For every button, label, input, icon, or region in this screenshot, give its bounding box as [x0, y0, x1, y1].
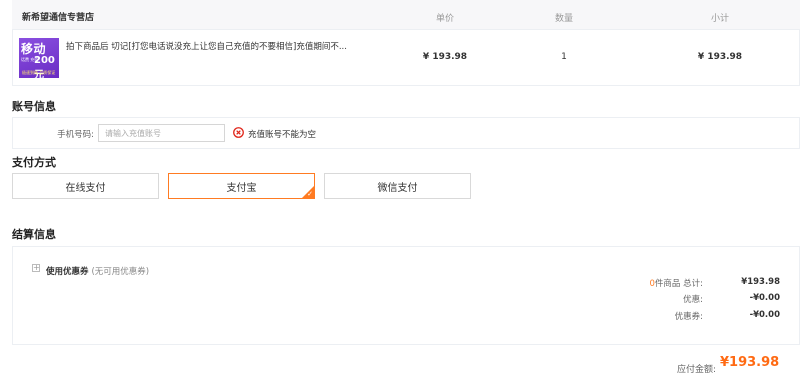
amount-due-value: ¥193.98 [720, 355, 780, 370]
payment-section-title: 支付方式 [12, 156, 56, 169]
coupon-toggle[interactable]: 使用优惠券 (无可用优惠券) [46, 265, 149, 277]
coupon-discount-label: 优惠券: [674, 312, 703, 322]
phone-error-message: 充值账号不能为空 [248, 130, 317, 140]
amount-due-label: 应付金额: [676, 365, 716, 375]
error-icon [233, 127, 244, 138]
coupon-expand-icon[interactable]: + [32, 264, 40, 272]
pay-option-label: 在线支付 [65, 182, 106, 194]
subtotal-value: ¥ 193.98 [697, 52, 743, 62]
discount-value: -¥0.00 [749, 293, 780, 303]
product-thumbnail[interactable]: 移动 话费 充值 200元 极速到账 品质保证 [19, 38, 59, 78]
pay-option-online[interactable]: 在线支付 [12, 173, 159, 199]
settlement-section-title: 结算信息 [12, 228, 56, 241]
coupon-label: 使用优惠券 [46, 267, 89, 277]
order-table-header [12, 0, 800, 30]
product-title-link[interactable]: 拍下商品后 切记[打您电话说没充上让您自己充值的不要相信]充值期间不... [66, 40, 356, 52]
thumbnail-footer: 极速到账 品质保证 [22, 70, 56, 75]
coupon-discount-value: -¥0.00 [749, 310, 780, 320]
coupon-note: (无可用优惠券) [91, 267, 150, 277]
check-icon: ✓ [307, 190, 313, 198]
phone-label: 手机号码: [57, 130, 94, 140]
quantity-column-header: 数量 [554, 14, 573, 24]
account-section-title: 账号信息 [12, 100, 56, 113]
shop-name[interactable]: 新希望通信专营店 [22, 10, 94, 23]
pay-option-label: 微信支付 [377, 182, 418, 194]
price-column-header: 单价 [435, 14, 454, 24]
subtotal-column-header: 小计 [710, 14, 729, 24]
pay-option-wechat[interactable]: 微信支付 [324, 173, 471, 199]
discount-label: 优惠: [683, 295, 703, 305]
quantity-value: 1 [561, 52, 567, 62]
item-count-row-label: 0件商品 总计: [613, 277, 704, 289]
pay-option-label: 支付宝 [226, 182, 257, 194]
total-value: ¥193.98 [741, 277, 780, 287]
pay-option-alipay[interactable]: 支付宝 ✓ [168, 173, 315, 199]
unit-price: ¥ 193.98 [422, 52, 468, 62]
phone-input[interactable] [98, 124, 225, 142]
item-count-suffix: 件商品 总计: [654, 279, 703, 289]
